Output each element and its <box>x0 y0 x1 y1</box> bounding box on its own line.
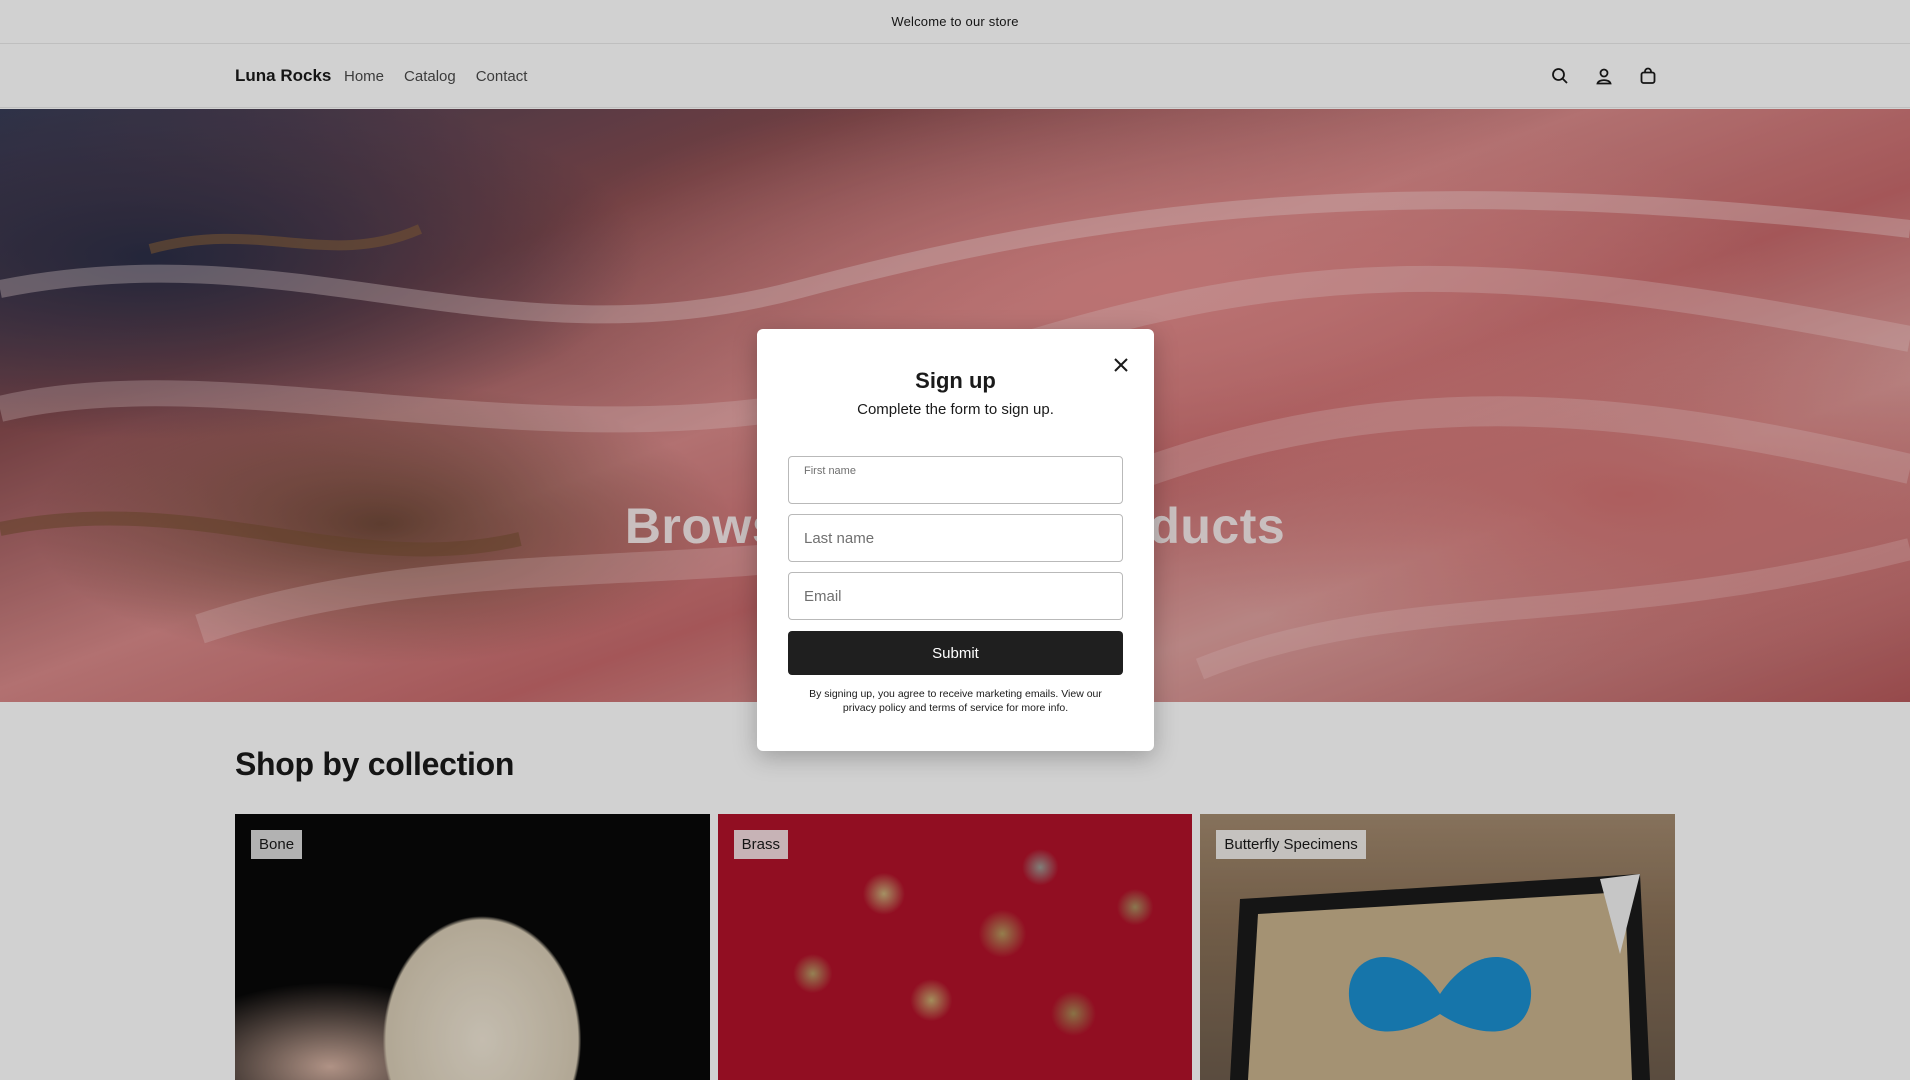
legal-text: By signing up, you agree to receive mark… <box>809 688 1102 714</box>
last-name-input[interactable] <box>789 515 1122 561</box>
store-page: Welcome to our store Luna Rocks Home Cat… <box>0 0 1910 1080</box>
modal-subtitle: Complete the form to sign up. <box>857 401 1054 418</box>
signup-modal: Sign up Complete the form to sign up. Fi… <box>757 329 1154 751</box>
first-name-field[interactable]: First name <box>788 456 1123 504</box>
email-field[interactable] <box>788 572 1123 620</box>
modal-title: Sign up <box>915 368 996 393</box>
last-name-field[interactable] <box>788 514 1123 562</box>
first-name-input[interactable] <box>789 457 1122 503</box>
submit-button[interactable]: Submit <box>788 631 1123 675</box>
email-input[interactable] <box>789 573 1122 619</box>
